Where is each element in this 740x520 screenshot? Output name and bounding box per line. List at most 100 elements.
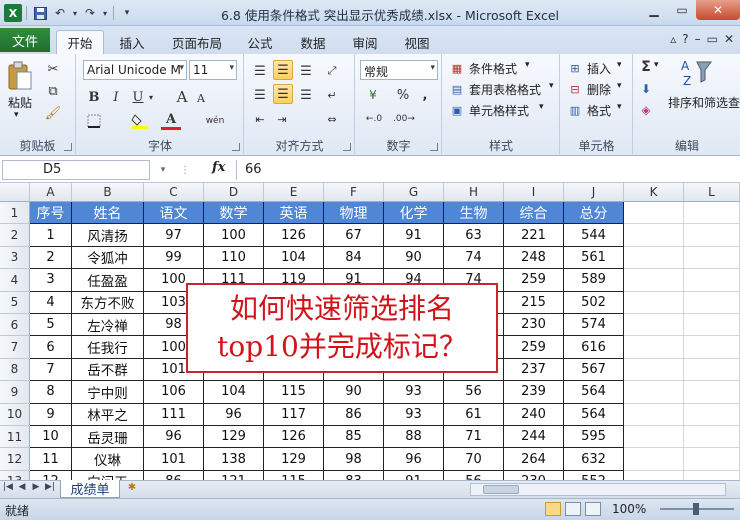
grow-font-button[interactable]: A: [173, 88, 191, 106]
table-cell[interactable]: 93: [384, 381, 444, 404]
format-painter-icon[interactable]: 🖌: [44, 104, 62, 122]
column-header[interactable]: H: [444, 183, 504, 202]
last-sheet-icon[interactable]: ▶|: [44, 482, 56, 492]
font-launcher-icon[interactable]: [232, 143, 240, 151]
row-header[interactable]: 3: [0, 246, 30, 270]
table-cell[interactable]: 90: [324, 381, 384, 404]
table-cell[interactable]: 221: [504, 224, 564, 247]
fill-icon[interactable]: ⬇: [638, 81, 654, 97]
table-cell[interactable]: 574: [564, 314, 624, 337]
table-cell[interactable]: 104: [264, 246, 324, 270]
table-cell[interactable]: 3: [30, 269, 72, 292]
table-cell[interactable]: 1: [30, 224, 72, 247]
close-icon[interactable]: ✕: [696, 0, 740, 20]
cut-icon[interactable]: ✂: [44, 60, 62, 78]
decrease-decimal-icon[interactable]: .00→: [392, 110, 416, 128]
table-cell[interactable]: 86: [324, 403, 384, 426]
table-cell[interactable]: 74: [444, 246, 504, 270]
table-cell[interactable]: 115: [264, 381, 324, 404]
maximize-icon[interactable]: ▭: [668, 0, 696, 20]
empty-cell[interactable]: [684, 224, 740, 247]
table-cell[interactable]: 11: [30, 448, 72, 471]
table-cell[interactable]: 237: [504, 358, 564, 382]
table-cell[interactable]: 259: [504, 269, 564, 292]
align-middle-icon[interactable]: ☰: [273, 60, 293, 80]
table-cell[interactable]: 84: [324, 246, 384, 270]
doc-minimize-icon[interactable]: –: [695, 32, 701, 46]
doc-close-icon[interactable]: ✕: [724, 32, 734, 46]
table-cell[interactable]: 97: [144, 224, 204, 247]
align-right-icon[interactable]: ☰: [297, 86, 315, 104]
empty-cell[interactable]: [624, 246, 684, 270]
row-header[interactable]: 5: [0, 291, 30, 314]
table-cell[interactable]: 2: [30, 246, 72, 270]
number-format-combo[interactable]: 常规 ▾: [360, 60, 438, 80]
row-header[interactable]: 13: [0, 470, 30, 480]
conditional-format-button[interactable]: 条件格式: [469, 60, 517, 77]
tab-file[interactable]: 文件: [0, 28, 50, 52]
table-header-cell[interactable]: 物理: [324, 202, 384, 225]
table-cell[interactable]: 7: [30, 358, 72, 382]
table-cell[interactable]: 岳不群: [72, 358, 144, 382]
tab-review[interactable]: 审阅: [344, 30, 386, 54]
insert-sheet-icon[interactable]: ✱: [124, 482, 140, 496]
empty-cell[interactable]: [684, 403, 740, 426]
zoom-slider[interactable]: [660, 503, 734, 515]
minimize-ribbon-icon[interactable]: ▵: [670, 32, 676, 46]
table-cell[interactable]: 宁中则: [72, 381, 144, 404]
table-cell[interactable]: 264: [504, 448, 564, 471]
table-cell[interactable]: 564: [564, 381, 624, 404]
column-header[interactable]: B: [72, 183, 144, 202]
table-cell[interactable]: 风清扬: [72, 224, 144, 247]
empty-cell[interactable]: [684, 246, 740, 270]
align-bottom-icon[interactable]: ☰: [297, 62, 315, 80]
formula-bar-handle-icon[interactable]: ⋮: [178, 163, 192, 177]
underline-dropdown-icon[interactable]: ▾: [147, 88, 155, 106]
align-left-icon[interactable]: ☰: [251, 86, 269, 104]
table-cell[interactable]: 86: [144, 470, 204, 480]
table-cell[interactable]: 567: [564, 358, 624, 382]
empty-cell[interactable]: [624, 224, 684, 247]
doc-restore-icon[interactable]: ▭: [707, 32, 718, 46]
name-box[interactable]: D5: [2, 160, 150, 180]
merge-center-icon[interactable]: ⇔: [323, 110, 341, 128]
column-header[interactable]: C: [144, 183, 204, 202]
column-header[interactable]: J: [564, 183, 624, 202]
table-header-cell[interactable]: 语文: [144, 202, 204, 225]
table-cell[interactable]: 564: [564, 403, 624, 426]
page-layout-view-icon[interactable]: [565, 502, 581, 516]
column-header[interactable]: D: [204, 183, 264, 202]
empty-cell[interactable]: [624, 202, 684, 225]
table-cell[interactable]: 91: [384, 224, 444, 247]
zoom-slider-knob[interactable]: [693, 503, 699, 515]
table-cell[interactable]: 248: [504, 246, 564, 270]
help-icon[interactable]: ?: [682, 32, 688, 46]
name-box-dropdown-icon[interactable]: ▾: [156, 161, 170, 179]
horizontal-scrollbar[interactable]: [470, 483, 726, 496]
table-cell[interactable]: 96: [144, 426, 204, 449]
empty-cell[interactable]: [684, 336, 740, 359]
increase-decimal-icon[interactable]: ←.0: [362, 110, 386, 128]
table-header-cell[interactable]: 综合: [504, 202, 564, 225]
font-color-button[interactable]: A: [161, 112, 181, 130]
empty-cell[interactable]: [684, 358, 740, 382]
table-cell[interactable]: 632: [564, 448, 624, 471]
format-as-table-button[interactable]: 套用表格格式: [469, 81, 541, 98]
sort-filter-button[interactable]: 排序和筛选: [668, 94, 728, 111]
table-cell[interactable]: 121: [204, 470, 264, 480]
table-header-cell[interactable]: 序号: [30, 202, 72, 225]
copy-icon[interactable]: ⧉: [44, 82, 62, 100]
table-cell[interactable]: 240: [504, 403, 564, 426]
table-cell[interactable]: 589: [564, 269, 624, 292]
empty-cell[interactable]: [624, 381, 684, 404]
alignment-launcher-icon[interactable]: [343, 143, 351, 151]
comma-button[interactable]: ,: [416, 86, 434, 104]
column-header[interactable]: A: [30, 183, 72, 202]
table-cell[interactable]: 129: [264, 448, 324, 471]
insert-button[interactable]: 插入: [587, 60, 611, 77]
table-cell[interactable]: 左冷禅: [72, 314, 144, 337]
empty-cell[interactable]: [684, 470, 740, 480]
table-cell[interactable]: 令狐冲: [72, 246, 144, 270]
tab-home[interactable]: 开始: [56, 30, 104, 54]
delete-button[interactable]: 删除: [587, 81, 611, 98]
